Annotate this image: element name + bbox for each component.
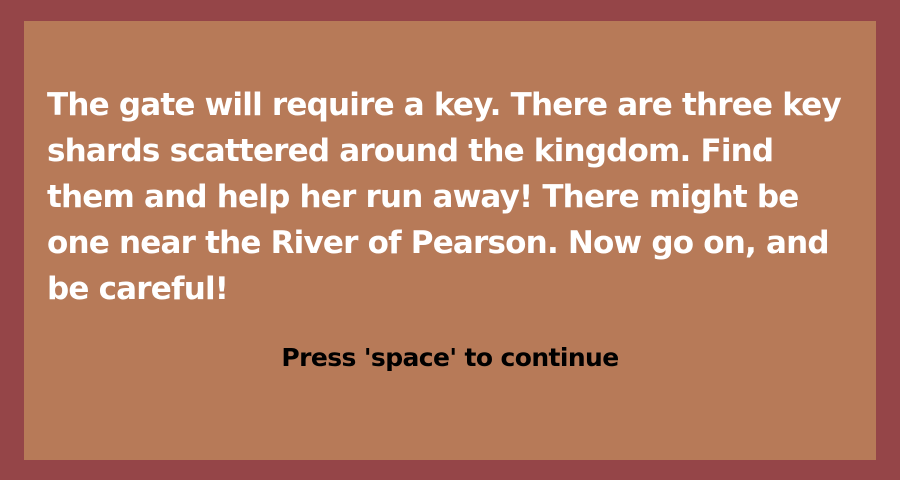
- dialog-message: The gate will require a key. There are t…: [47, 87, 842, 307]
- dialog-panel[interactable]: The gate will require a key. There are t…: [24, 21, 876, 460]
- continue-prompt: Press 'space' to continue: [281, 343, 619, 372]
